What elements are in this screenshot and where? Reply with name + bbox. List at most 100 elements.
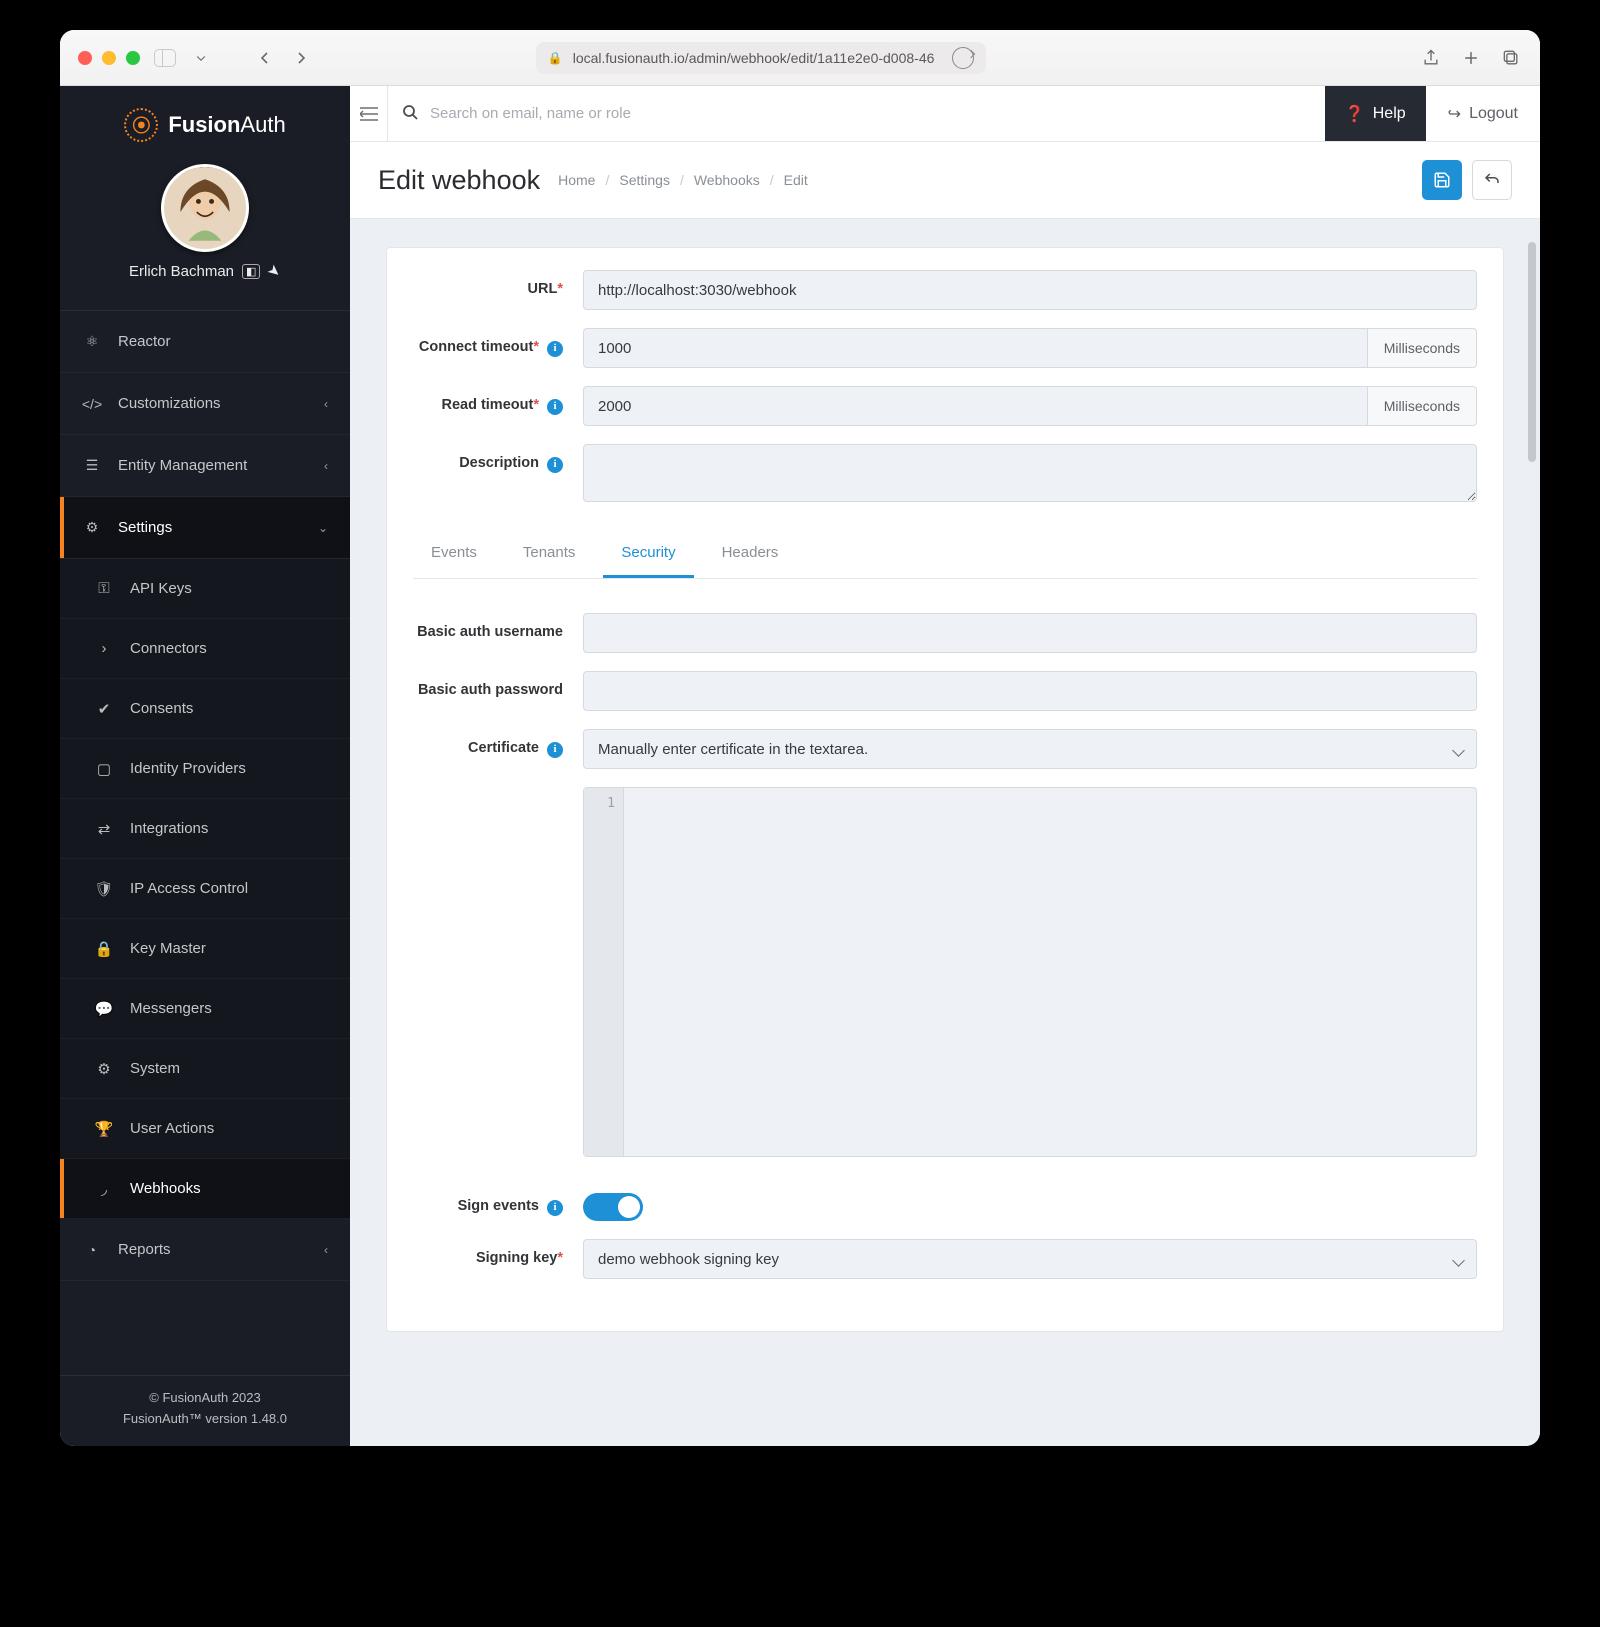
chevron-right-icon: ›: [94, 639, 114, 659]
sidebar-item-messengers[interactable]: 💬Messengers: [60, 979, 350, 1039]
tab-tenants[interactable]: Tenants: [505, 532, 594, 578]
user-name: Erlich Bachman: [129, 263, 234, 280]
lock-icon: 🔒: [94, 939, 114, 959]
id-icon: ▢: [94, 759, 114, 779]
sidebar-item-identity-providers[interactable]: ▢Identity Providers: [60, 739, 350, 799]
signing-key-select[interactable]: demo webhook signing key: [583, 1239, 1477, 1279]
rss-icon: ◞: [94, 1179, 114, 1199]
chevron-left-icon: ‹: [324, 1243, 328, 1257]
read-timeout-input[interactable]: [583, 386, 1368, 426]
url-input[interactable]: [583, 270, 1477, 310]
description-input[interactable]: [583, 444, 1477, 502]
forward-button[interactable]: [290, 47, 312, 69]
label-sign-events: Sign events i: [413, 1187, 583, 1216]
sidebar-item-ip-access[interactable]: 🛡IP Access Control: [60, 859, 350, 919]
sidebar-item-settings[interactable]: ⚙Settings⌄: [60, 497, 350, 559]
avatar[interactable]: [161, 164, 249, 252]
header-actions: [1422, 160, 1512, 200]
basic-auth-username-input[interactable]: [583, 613, 1477, 653]
database-icon: ☰: [82, 456, 102, 476]
breadcrumb-home[interactable]: Home: [558, 172, 595, 188]
tab-headers[interactable]: Headers: [704, 532, 797, 578]
sidebar-item-reactor[interactable]: ⚛Reactor: [60, 311, 350, 373]
sidebar-toggle-icon[interactable]: [154, 47, 176, 69]
cancel-button[interactable]: [1472, 160, 1512, 200]
sidebar-item-key-master[interactable]: 🔒Key Master: [60, 919, 350, 979]
lock-icon: 🔒: [548, 51, 563, 65]
breadcrumb: Home/ Settings/ Webhooks/ Edit: [558, 172, 808, 188]
unit-addon: Milliseconds: [1368, 328, 1477, 368]
close-window-button[interactable]: [78, 51, 92, 65]
user-name-row: Erlich Bachman ◧ ➤: [129, 262, 281, 280]
sidebar-item-api-keys[interactable]: ⚿API Keys: [60, 559, 350, 619]
row-url: URL*: [413, 270, 1477, 310]
sidebar-item-entity[interactable]: ☰Entity Management‹: [60, 435, 350, 497]
certificate-textarea[interactable]: 1: [583, 787, 1477, 1157]
reload-icon[interactable]: [952, 47, 974, 69]
back-button[interactable]: [254, 47, 276, 69]
row-read-timeout: Read timeout* i Milliseconds: [413, 386, 1477, 426]
info-icon[interactable]: i: [547, 457, 563, 473]
address-bar[interactable]: 🔒 local.fusionauth.io/admin/webhook/edit…: [536, 42, 987, 74]
label-basic-auth-password: Basic auth password: [413, 671, 583, 700]
label-connect-timeout: Connect timeout* i: [413, 328, 583, 357]
tab-security[interactable]: Security: [603, 532, 693, 578]
sidebar-item-system[interactable]: ⚙System: [60, 1039, 350, 1099]
basic-auth-password-input[interactable]: [583, 671, 1477, 711]
sidebar-item-connectors[interactable]: ›Connectors: [60, 619, 350, 679]
sidebar-item-integrations[interactable]: ⇄Integrations: [60, 799, 350, 859]
sidebar-item-webhooks[interactable]: ◞Webhooks: [60, 1159, 350, 1219]
tab-events[interactable]: Events: [413, 532, 495, 578]
topbar: ❓ Help ↪ Logout: [350, 86, 1540, 142]
row-certificate: Certificate i Manually enter certificate…: [413, 729, 1477, 769]
connect-timeout-input[interactable]: [583, 328, 1368, 368]
url-text: local.fusionauth.io/admin/webhook/edit/1…: [573, 50, 935, 66]
tabs-icon[interactable]: [1500, 47, 1522, 69]
sidebar-footer: © FusionAuth 2023 FusionAuth™ version 1.…: [60, 1375, 350, 1446]
maximize-window-button[interactable]: [126, 51, 140, 65]
chevron-down-icon[interactable]: [190, 47, 212, 69]
page-title: Edit webhook: [378, 165, 540, 196]
breadcrumb-current: Edit: [784, 172, 808, 188]
help-button[interactable]: ❓ Help: [1325, 86, 1426, 141]
transfer-icon: ⇄: [94, 819, 114, 839]
info-icon[interactable]: i: [547, 341, 563, 357]
traffic-lights: [78, 51, 140, 65]
row-description: Description i: [413, 444, 1477, 502]
certificate-select[interactable]: Manually enter certificate in the textar…: [583, 729, 1477, 769]
search-input[interactable]: [430, 105, 1311, 122]
breadcrumb-webhooks[interactable]: Webhooks: [694, 172, 760, 188]
sidebar-item-consents[interactable]: ✔Consents: [60, 679, 350, 739]
user-area: Erlich Bachman ◧ ➤: [60, 154, 350, 296]
tabs: Events Tenants Security Headers: [413, 532, 1477, 579]
logout-icon: ↪: [1448, 104, 1461, 124]
sidebar-collapse-button[interactable]: [350, 86, 388, 141]
location-icon[interactable]: ➤: [264, 260, 285, 282]
info-icon[interactable]: i: [547, 399, 563, 415]
info-icon[interactable]: i: [547, 742, 563, 758]
main-content: ❓ Help ↪ Logout Edit webhook Home/ Setti…: [350, 86, 1540, 1446]
breadcrumb-settings[interactable]: Settings: [619, 172, 670, 188]
info-icon[interactable]: i: [547, 1200, 563, 1216]
new-tab-icon[interactable]: [1460, 47, 1482, 69]
row-basic-auth-username: Basic auth username: [413, 613, 1477, 653]
key-icon: ⚿: [94, 579, 114, 599]
label-basic-auth-username: Basic auth username: [413, 613, 583, 642]
save-button[interactable]: [1422, 160, 1462, 200]
share-icon[interactable]: [1420, 47, 1442, 69]
logout-button[interactable]: ↪ Logout: [1426, 86, 1540, 141]
sidebar-item-user-actions[interactable]: 🏆User Actions: [60, 1099, 350, 1159]
brand[interactable]: ⦿ FusionAuth: [60, 86, 350, 154]
minimize-window-button[interactable]: [102, 51, 116, 65]
code-body[interactable]: [624, 788, 1476, 1156]
atom-icon: ⚛: [82, 332, 102, 352]
id-card-icon[interactable]: ◧: [242, 264, 260, 279]
trophy-icon: 🏆: [94, 1119, 114, 1139]
sidebar-item-reports[interactable]: ◔Reports‹: [60, 1219, 350, 1281]
label-certificate: Certificate i: [413, 729, 583, 758]
sliders-icon: ⚙: [82, 518, 102, 538]
sign-events-toggle[interactable]: [583, 1193, 643, 1221]
sidebar-item-customizations[interactable]: </>Customizations‹: [60, 373, 350, 435]
check-icon: ✔: [94, 699, 114, 719]
scrollbar[interactable]: [1528, 242, 1536, 462]
